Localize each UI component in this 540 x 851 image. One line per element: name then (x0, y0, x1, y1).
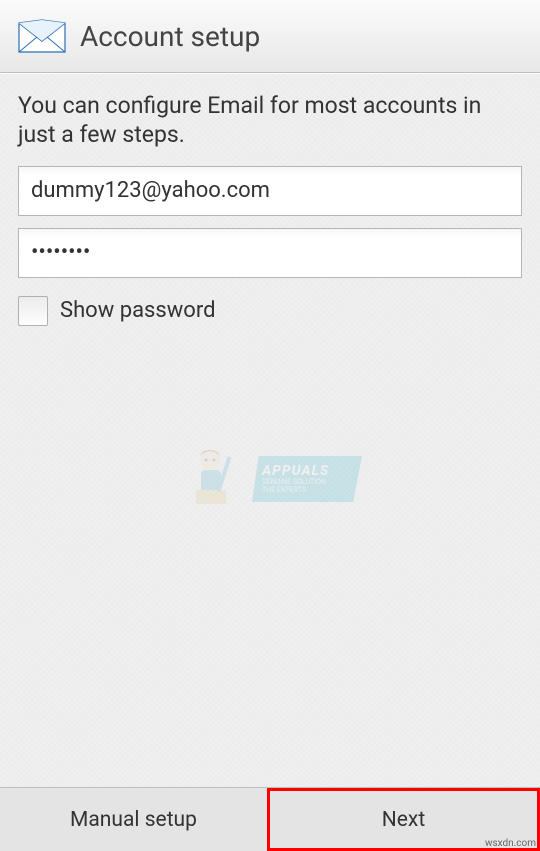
content-area: You can configure Email for most account… (0, 73, 540, 787)
watermark-mascot-icon (178, 444, 248, 514)
next-button[interactable]: Next (267, 788, 540, 851)
show-password-row[interactable]: Show password (18, 296, 522, 326)
footer-bar: Manual setup Next wsxdn.com (0, 787, 540, 851)
watermark-banner: APPUALS GENUINE SOLUTION THE EXPERTS (252, 456, 362, 502)
show-password-label: Show password (60, 298, 215, 323)
email-field[interactable] (18, 166, 522, 216)
page-title: Account setup (80, 20, 260, 53)
watermark-brand: APPUALS (262, 463, 362, 479)
password-field[interactable] (18, 228, 522, 278)
watermark-tagline1: GENUINE SOLUTION (262, 479, 362, 487)
watermark-tagline2: THE EXPERTS (262, 487, 362, 495)
watermark: APPUALS GENUINE SOLUTION THE EXPERTS (178, 444, 362, 514)
show-password-checkbox[interactable] (18, 296, 48, 326)
mail-icon (18, 19, 66, 53)
manual-setup-button[interactable]: Manual setup (0, 788, 267, 851)
header-bar: Account setup (0, 0, 540, 73)
intro-text: You can configure Email for most account… (18, 92, 522, 150)
